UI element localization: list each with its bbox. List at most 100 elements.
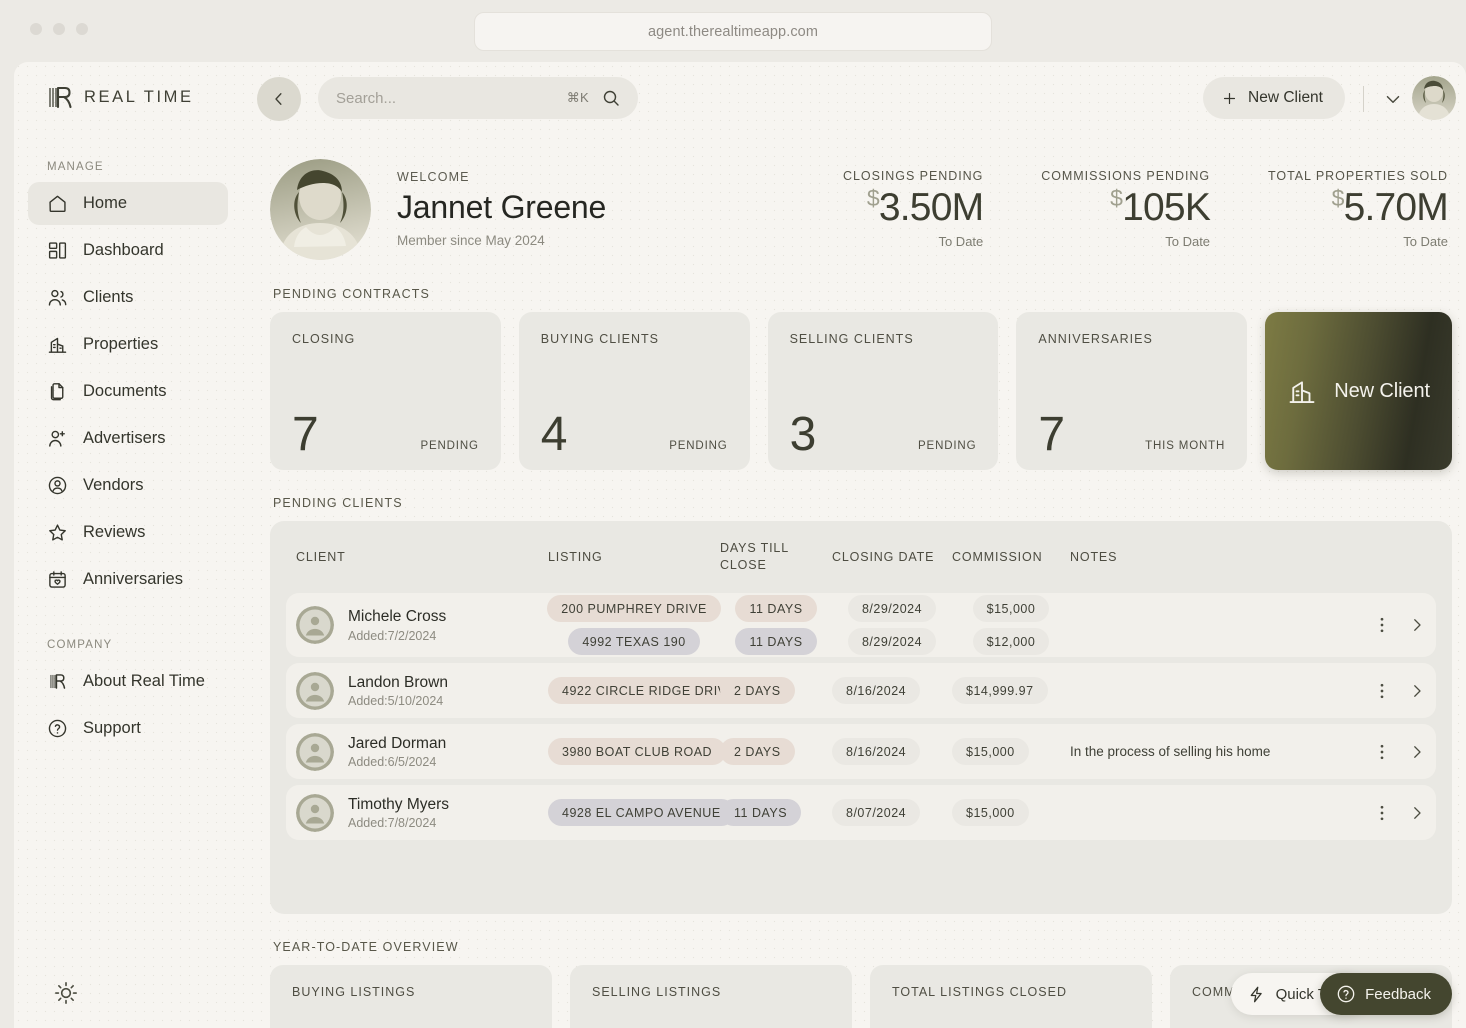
sidebar: REAL TIME MANAGE Home Dashboard Clients … [14,62,242,1028]
cell-commission: $15,000 [952,738,1070,765]
closing-date-stack: 8/29/2024 8/29/2024 [832,595,952,655]
days-pill: 11 DAYS [735,595,817,622]
contract-card-closing[interactable]: CLOSING 7 PENDING [270,312,501,470]
sidebar-item-properties[interactable]: Properties [28,323,228,366]
kebab-menu-icon[interactable] [1374,616,1390,634]
chevron-left-icon [275,93,282,105]
chevron-right-icon[interactable] [1408,682,1426,700]
column-header-client: CLIENT [296,550,346,564]
chevron-right-icon[interactable] [1408,743,1426,761]
search-input[interactable] [336,89,567,107]
ytd-card-total-listings-closed[interactable]: TOTAL LISTINGS CLOSED [870,965,1152,1028]
listing-pill[interactable]: 4992 TEXAS 190 [568,628,700,655]
contract-card-buying-clients[interactable]: BUYING CLIENTS 4 PENDING [518,312,750,470]
new-client-button[interactable]: New Client [1203,77,1345,119]
kebab-menu-icon[interactable] [1374,682,1390,700]
sidebar-item-label: Documents [83,382,167,400]
sidebar-item-home[interactable]: Home [28,182,228,225]
calendar-heart-icon [49,571,66,588]
sidebar-item-advertisers[interactable]: Advertisers [28,417,228,460]
back-button[interactable] [257,77,301,121]
sidebar-item-documents[interactable]: Documents [28,370,228,413]
kebab-menu-icon[interactable] [1374,743,1390,761]
table-header-row: CLIENT LISTING DAYS TILL CLOSE CLOSING D… [286,521,1436,593]
pending-contracts-label: PENDING CONTRACTS [273,287,430,301]
profile-dropdown-button[interactable] [1382,88,1404,110]
ytd-card-selling-listings[interactable]: SELLING LISTINGS [570,965,852,1028]
user-plus-icon [49,430,65,447]
ytd-card-buying-listings[interactable]: BUYING LISTINGS [270,965,552,1028]
client-name: Michele Cross [348,608,447,626]
stat-number: 3.50M [878,185,984,229]
new-client-card[interactable]: New Client [1265,312,1452,470]
card-title: BUYING LISTINGS [292,985,416,999]
days-header-line1: DAYS TILL [720,541,790,556]
card-count: 7 [292,407,319,461]
feedback-button[interactable]: Feedback [1320,973,1452,1015]
pending-clients-label: PENDING CLIENTS [273,496,403,510]
stat-sub: To Date [1403,234,1448,250]
chevron-right-icon[interactable] [1408,804,1426,822]
brand-logo[interactable]: REAL TIME [14,62,242,112]
sidebar-item-about-real-time[interactable]: About Real Time [28,660,228,703]
building-icon [48,337,67,353]
card-count: 7 [1038,407,1065,461]
sidebar-item-support[interactable]: Support [28,707,228,750]
main-content: WELCOME Jannet Greene Member since May 2… [242,136,1466,1028]
minimize-dot[interactable] [53,23,65,35]
stat-value: $3.50M [843,185,984,229]
sidebar-item-dashboard[interactable]: Dashboard [28,229,228,272]
card-title: TOTAL LISTINGS CLOSED [892,985,1067,999]
commission-pill: $12,000 [972,628,1050,655]
closing-date-pill: 8/07/2024 [832,799,921,826]
member-since: Member since May 2024 [397,232,545,248]
search-box[interactable]: ⌘K [318,77,638,119]
table-row[interactable]: Landon Brown Added:5/10/2024 4922 CIRCLE… [286,663,1436,718]
topbar-divider [1363,86,1364,112]
table-row[interactable]: Timothy Myers Added:7/8/2024 4928 EL CAM… [286,785,1436,840]
contract-card-selling-clients[interactable]: SELLING CLIENTS 3 PENDING [767,312,999,470]
listing-pill[interactable]: 200 PUMPHREY DRIVE [547,595,721,622]
column-header-listing: LISTING [548,550,603,564]
stat-value: $105K [1041,184,1211,229]
currency-symbol: $ [1331,184,1345,211]
sidebar-item-reviews[interactable]: Reviews [28,511,228,554]
agent-avatar[interactable] [270,158,371,260]
table-row[interactable]: Jared Dorman Added:6/5/2024 3980 BOAT CL… [286,724,1436,779]
sidebar-item-label: About Real Time [83,672,205,690]
card-title: CLOSING [292,332,356,346]
user-avatar [1412,76,1456,120]
sidebar-item-clients[interactable]: Clients [28,276,228,319]
search-icon[interactable] [601,88,621,108]
card-bottom: 7 PENDING [292,407,479,461]
stat-label: COMMISSIONS PENDING [1041,168,1211,183]
column-header-notes: NOTES [1070,550,1118,564]
client-name: Jared Dorman [348,734,447,752]
cell-actions [1346,804,1426,822]
listing-pill[interactable]: 3980 BOAT CLUB ROAD [548,738,727,765]
days-pill: 11 DAYS [720,799,802,826]
url-bar[interactable]: agent.therealtimeapp.com [474,12,992,51]
listing-pill[interactable]: 4928 EL CAMPO AVENUE [548,799,735,826]
column-header-closing-date: CLOSING DATE [832,550,935,564]
theme-toggle-button[interactable] [53,980,79,1006]
sidebar-item-label: Support [83,719,141,737]
sidebar-item-label: Properties [83,335,159,353]
days-pill: 11 DAYS [735,628,817,655]
maximize-dot[interactable] [76,23,88,35]
contract-card-anniversaries[interactable]: ANNIVERSARIES 7 THIS MONTH [1016,312,1248,470]
close-dot[interactable] [30,23,42,35]
avatar[interactable] [1412,76,1456,120]
chevron-right-icon[interactable] [1408,616,1426,634]
card-tag: PENDING [669,440,728,452]
welcome-label: WELCOME [397,170,470,185]
client-added-date: Added:7/8/2024 [348,816,437,831]
column-header-days-till-close: DAYS TILL CLOSE [720,540,832,574]
sidebar-item-vendors[interactable]: Vendors [28,464,228,507]
table-row[interactable]: Michele Cross Added:7/2/2024 200 PUMPHRE… [286,593,1436,657]
kebab-menu-icon[interactable] [1374,804,1390,822]
cell-client: Jared Dorman Added:6/5/2024 [296,732,548,771]
note-text: In the process of selling his home [1070,743,1271,759]
sidebar-item-anniversaries[interactable]: Anniversaries [28,558,228,601]
currency-symbol: $ [1110,184,1123,211]
